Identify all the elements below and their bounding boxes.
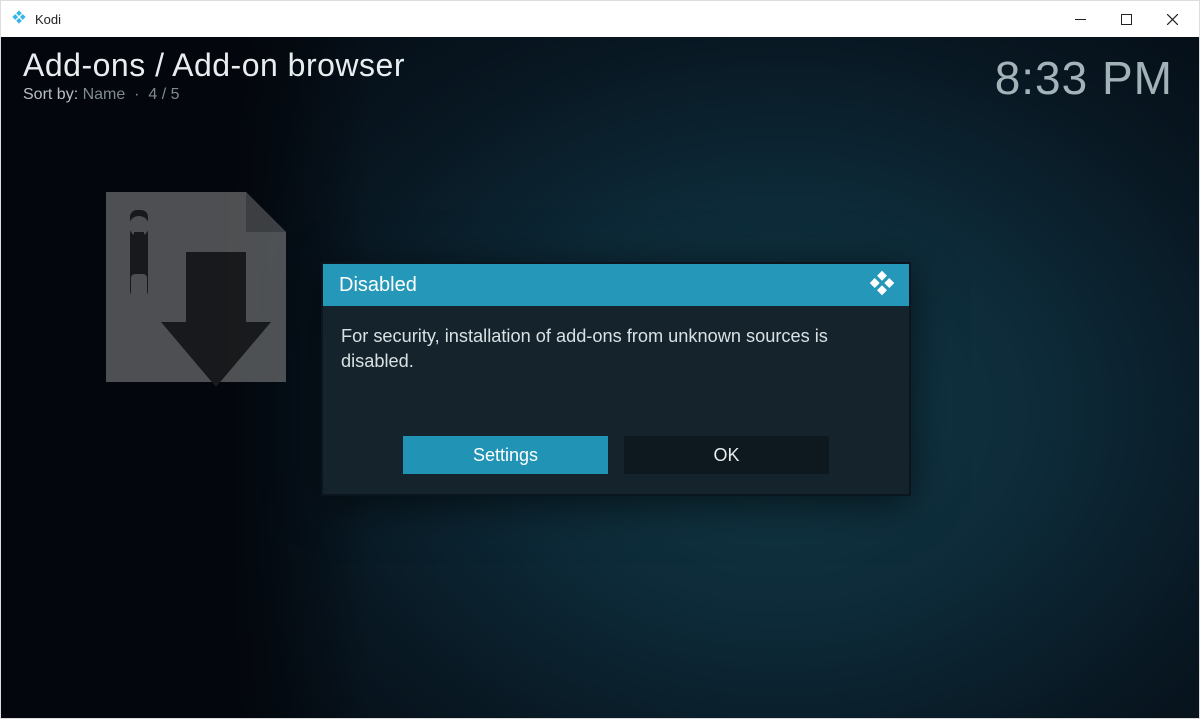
- list-position: 4 / 5: [148, 86, 179, 103]
- dialog-title: Disabled: [339, 274, 417, 297]
- minimize-button[interactable]: [1057, 3, 1103, 35]
- sort-label: Sort by:: [23, 86, 78, 103]
- close-button[interactable]: [1149, 3, 1195, 35]
- breadcrumb: Add-ons / Add-on browser: [23, 47, 405, 84]
- kodi-logo-icon: [869, 270, 895, 301]
- dialog-buttons: Settings OK: [323, 436, 909, 494]
- header-area: Add-ons / Add-on browser Sort by: Name ·…: [23, 47, 405, 104]
- app-title: Kodi: [35, 12, 61, 27]
- sort-value: Name: [83, 86, 126, 103]
- divider-dot: ·: [130, 86, 149, 103]
- settings-button[interactable]: Settings: [403, 436, 608, 474]
- dialog: Disabled For security, installation of a…: [321, 262, 911, 496]
- kodi-logo-icon: [11, 9, 27, 30]
- ok-button[interactable]: OK: [624, 436, 829, 474]
- window-controls: [1057, 3, 1195, 35]
- titlebar[interactable]: Kodi: [1, 1, 1199, 37]
- dialog-header: Disabled: [323, 264, 909, 306]
- clock: 8:33 PM: [995, 51, 1173, 105]
- zip-install-icon: [96, 182, 296, 392]
- dialog-message: For security, installation of add-ons fr…: [323, 306, 909, 436]
- titlebar-left: Kodi: [11, 9, 61, 30]
- sub-line: Sort by: Name · 4 / 5: [23, 86, 405, 104]
- app-window: Kodi Add-ons / Add-on browser Sort by: N…: [0, 0, 1200, 719]
- content-area: Add-ons / Add-on browser Sort by: Name ·…: [1, 37, 1199, 718]
- maximize-button[interactable]: [1103, 3, 1149, 35]
